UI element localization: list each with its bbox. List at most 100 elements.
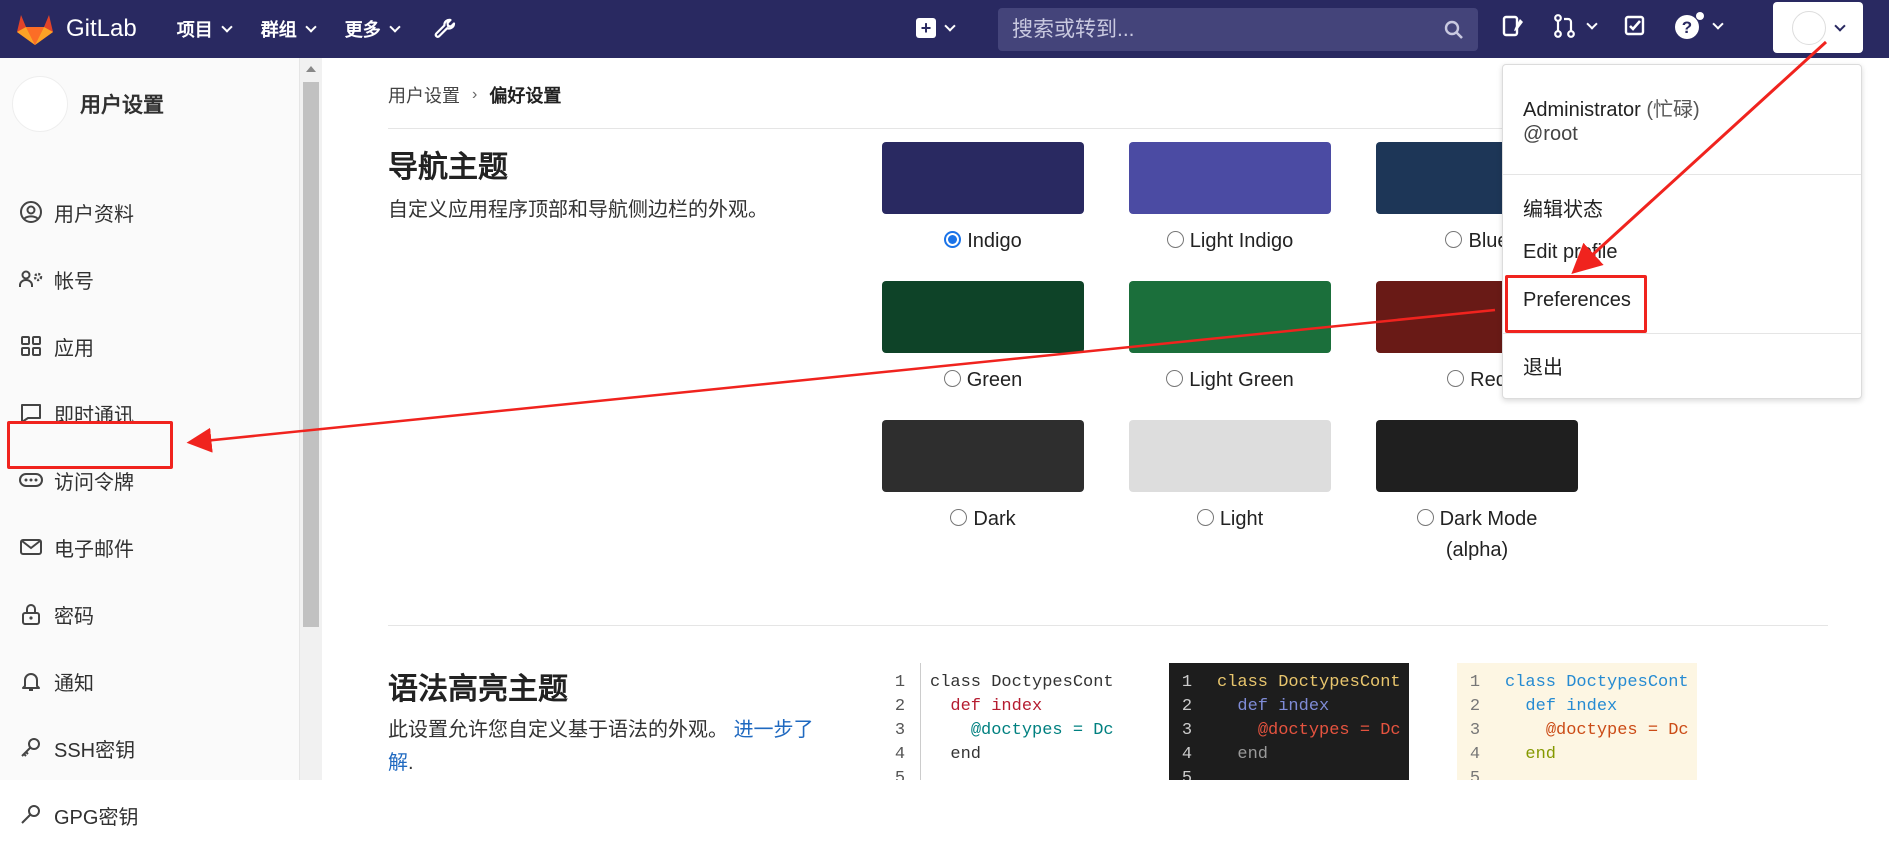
code-line-4: end	[1237, 745, 1269, 764]
user-menu-button[interactable]	[1773, 2, 1863, 53]
sidebar-scrollbar[interactable]	[300, 58, 322, 780]
theme-swatch-indigo[interactable]	[882, 142, 1084, 214]
breadcrumb-user-settings[interactable]: 用户设置	[388, 82, 460, 108]
chevron-down-icon	[305, 21, 317, 33]
sidebar-item-account[interactable]: 帐号	[0, 251, 300, 307]
highlight-access-tokens	[7, 421, 173, 469]
theme-option-dark[interactable]: Dark	[882, 504, 1084, 535]
radio-button[interactable]	[1445, 231, 1463, 248]
line-numbers: 12345	[894, 673, 906, 780]
theme-option-light[interactable]: Light	[1129, 504, 1331, 535]
scroll-up-arrow-icon[interactable]	[306, 66, 316, 72]
sidebar-item-ssh-keys[interactable]: SSH密钥	[0, 720, 300, 776]
wrench-icon	[434, 18, 455, 38]
breadcrumb: 用户设置 › 偏好设置	[388, 82, 561, 108]
radio-button[interactable]	[950, 509, 968, 526]
menu-item-edit-status[interactable]: 编辑状态	[1523, 193, 1603, 222]
user-status: (忙碌)	[1646, 99, 1700, 121]
theme-option-green[interactable]: Green	[882, 365, 1084, 396]
dropdown-user-name: Administrator (忙碌)	[1523, 93, 1700, 122]
sidebar-item-label: SSH密钥	[54, 739, 136, 762]
radio-button[interactable]	[1447, 370, 1465, 387]
syntax-theme-title: 语法高亮主题	[388, 673, 568, 706]
radio-button[interactable]	[943, 370, 961, 387]
gitlab-logo[interactable]: GitLab	[16, 12, 137, 46]
sidebar-item-password[interactable]: 密码	[0, 586, 300, 642]
sidebar-item-applications[interactable]: 应用	[0, 318, 300, 374]
nav-projects[interactable]: 项目	[176, 16, 233, 42]
theme-label-note: (alpha)	[1445, 539, 1509, 561]
radio-button[interactable]	[1196, 509, 1214, 526]
nav-theme-title: 导航主题	[388, 151, 508, 184]
brand-name: GitLab	[66, 15, 137, 42]
sidebar-item-gpg-keys[interactable]: GPG密钥	[0, 787, 300, 843]
new-dropdown-button[interactable]: +	[916, 18, 956, 38]
theme-swatch-dark[interactable]	[882, 420, 1084, 492]
radio-button[interactable]	[1166, 231, 1184, 248]
theme-swatch-light-indigo[interactable]	[1129, 142, 1331, 214]
todos-button[interactable]	[1622, 13, 1648, 39]
issues-button[interactable]	[1500, 13, 1526, 39]
nav-projects-label: 项目	[176, 20, 213, 40]
code-line-1: class DoctypesCont	[1217, 673, 1401, 692]
help-question-icon: ?	[1675, 12, 1704, 39]
top-nav: 项目 群组 更多	[177, 16, 487, 42]
bell-icon	[22, 673, 40, 691]
lock-icon	[22, 604, 40, 625]
radio-button[interactable]	[1166, 370, 1184, 387]
sidebar-item-label: 帐号	[54, 270, 94, 293]
theme-label: Indigo	[967, 230, 1022, 252]
admin-area-button[interactable]	[433, 16, 457, 42]
theme-option-light-indigo[interactable]: Light Indigo	[1129, 226, 1331, 257]
nav-more[interactable]: 更多	[344, 16, 401, 42]
learn-more-link-cont[interactable]: 解	[388, 752, 408, 774]
radio-button[interactable]	[944, 231, 962, 248]
divider	[388, 625, 1828, 626]
help-button[interactable]: ?	[1674, 12, 1724, 40]
mail-icon	[20, 539, 42, 555]
code-line-1: class DoctypesCont	[1505, 673, 1689, 692]
learn-more-link[interactable]: 进一步了	[734, 719, 814, 741]
sidebar-item-notifications[interactable]: 通知	[0, 653, 300, 709]
radio-button[interactable]	[1416, 509, 1434, 526]
theme-label: Dark Mode	[1439, 508, 1538, 530]
search-box[interactable]	[998, 8, 1478, 51]
sidebar-header[interactable]: 用户设置	[0, 58, 299, 150]
nav-groups-label: 群组	[260, 20, 297, 40]
sidebar-item-label: 密码	[54, 605, 94, 628]
profile-icon	[20, 201, 42, 223]
svg-text:?: ?	[1682, 18, 1692, 37]
theme-label: Light Indigo	[1189, 230, 1294, 252]
sidebar-item-profile[interactable]: 用户资料	[0, 184, 300, 240]
theme-swatch-light[interactable]	[1129, 420, 1331, 492]
menu-item-sign-out[interactable]: 退出	[1523, 351, 1563, 380]
avatar	[1792, 10, 1826, 45]
search-input[interactable]	[1012, 17, 1444, 42]
sidebar-item-emails[interactable]: 电子邮件	[0, 519, 300, 575]
theme-option-indigo[interactable]: Indigo	[882, 226, 1084, 257]
account-icon	[19, 270, 43, 287]
theme-option-dark-mode[interactable]: Dark Mode (alpha)	[1376, 504, 1578, 566]
theme-swatch-light-green[interactable]	[1129, 281, 1331, 353]
merge-requests-button[interactable]	[1552, 13, 1598, 39]
syntax-preview-light[interactable]: 12345 class DoctypesCont def index @doct…	[882, 663, 1122, 780]
nav-groups[interactable]: 群组	[260, 16, 317, 42]
scroll-thumb[interactable]	[303, 82, 319, 627]
nav-more-label: 更多	[344, 20, 381, 40]
top-navbar: GitLab 项目 群组 更多 + ?	[0, 0, 1889, 58]
top-icons: ?	[1500, 12, 1748, 40]
code-line-3: @doctypes = Dc	[1545, 721, 1689, 740]
code-line-4: end	[1525, 745, 1557, 764]
syntax-preview-dark[interactable]: 12345 class DoctypesCont def index @doct…	[1169, 663, 1409, 780]
syntax-theme-description: 此设置允许您自定义基于语法的外观。 进一步了 解.	[388, 714, 848, 780]
theme-option-light-green[interactable]: Light Green	[1129, 365, 1331, 396]
theme-swatch-dark-mode[interactable]	[1376, 420, 1578, 492]
menu-item-edit-profile[interactable]: Edit profile	[1523, 241, 1618, 264]
chevron-down-icon	[1586, 18, 1598, 30]
theme-label: Dark	[973, 508, 1016, 530]
breadcrumb-preferences[interactable]: 偏好设置	[489, 82, 561, 108]
menu-divider	[1503, 333, 1861, 334]
syntax-preview-solarized[interactable]: 12345 class DoctypesCont def index @doct…	[1457, 663, 1697, 780]
theme-swatch-green[interactable]	[882, 281, 1084, 353]
theme-label: Light Green	[1189, 369, 1294, 391]
